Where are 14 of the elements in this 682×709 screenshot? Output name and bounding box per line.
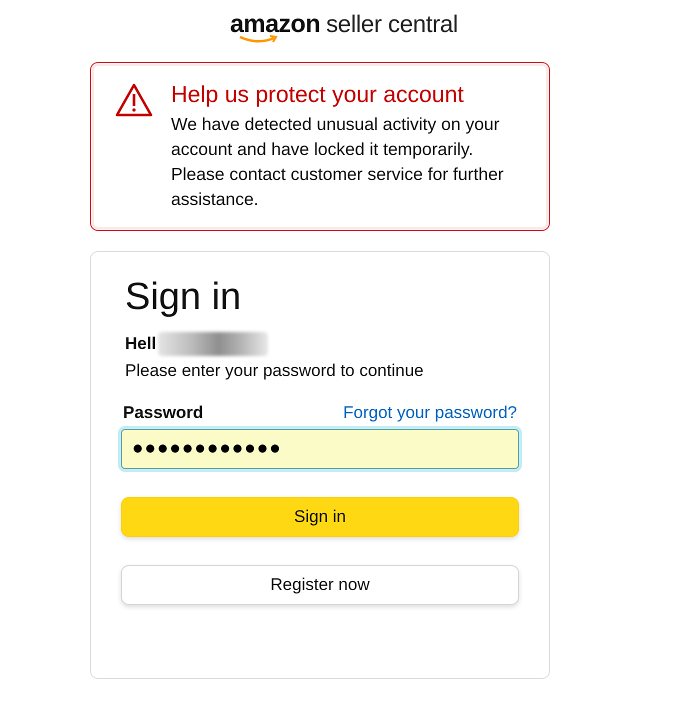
sign-in-title: Sign in (125, 276, 242, 319)
password-label: Password (123, 403, 204, 423)
alert-message: We have detected unusual activity on your account and have locked it temporarily. Please contact customer service for further assistance. (171, 113, 505, 211)
password-field[interactable]: ●●●●●●●●●●●● (121, 429, 519, 469)
forgot-password-link[interactable]: Forgot your password? (343, 403, 517, 423)
sign-in-button[interactable]: Sign in (121, 497, 519, 537)
alert-title: Help us protect your account (171, 81, 465, 108)
warning-icon (115, 83, 153, 117)
instruction-text: Please enter your password to continue (125, 361, 425, 381)
greeting: Hell (125, 334, 156, 354)
logo-brand: amazon (230, 10, 320, 39)
smile-arrow-icon (238, 35, 278, 45)
logo-product: seller central (326, 11, 458, 39)
register-button[interactable]: Register now (121, 565, 519, 605)
